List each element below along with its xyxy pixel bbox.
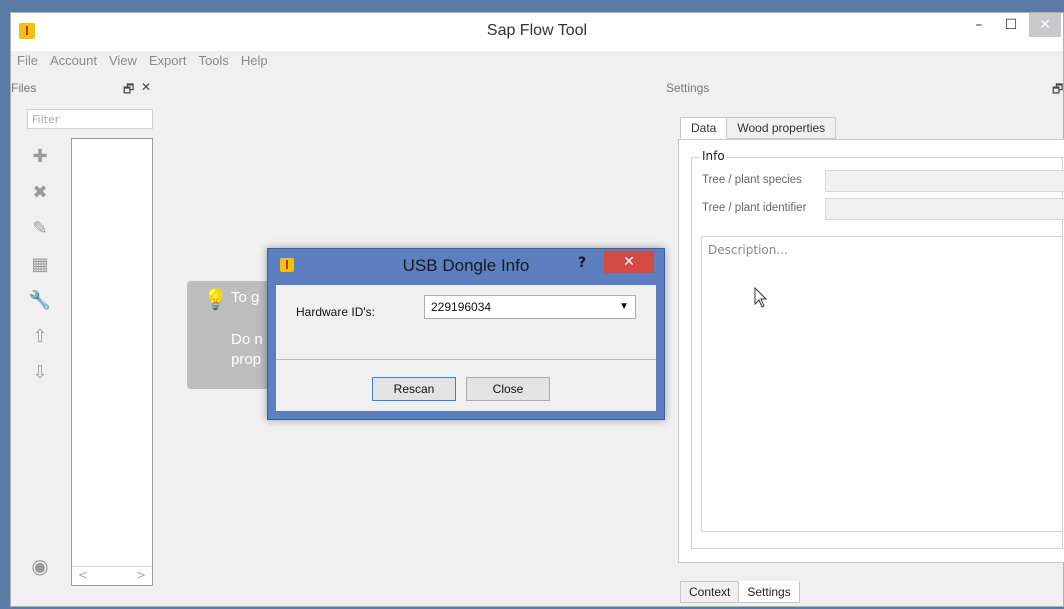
scroll-left-icon[interactable]: <: [78, 568, 88, 582]
file-list[interactable]: < >: [71, 138, 153, 586]
dialog-close-icon[interactable]: ✕: [604, 251, 654, 273]
identifier-input[interactable]: [825, 198, 1064, 220]
add-icon[interactable]: ✚: [27, 143, 53, 169]
scroll-right-icon[interactable]: >: [136, 568, 146, 582]
description-placeholder: Description...: [708, 243, 788, 257]
settings-float-icon[interactable]: 🗗: [1052, 80, 1063, 101]
panel-bottom-tabs: Context Settings: [680, 581, 800, 603]
data-tab-pane: Info Tree / plant species Tree / plant i…: [678, 139, 1064, 563]
files-panel: Files 🗗 ✕ Filter ✚ ✖ ✎ ▦ 🔧 ⇧ ⇩ ◉ < >: [11, 79, 161, 604]
close-window-button[interactable]: ✕: [1029, 13, 1061, 37]
files-panel-title: Files: [11, 81, 37, 95]
mouse-cursor-icon: [754, 287, 768, 308]
species-label: Tree / plant species: [702, 174, 802, 186]
wrench-icon[interactable]: 🔧: [27, 287, 53, 313]
tab-context[interactable]: Context: [680, 581, 740, 603]
menu-file[interactable]: File: [11, 51, 44, 70]
float-icon[interactable]: 🗗: [123, 80, 134, 101]
files-panel-close-icon[interactable]: ✕: [141, 80, 151, 94]
rescan-button[interactable]: Rescan: [372, 377, 456, 401]
arrow-up-icon[interactable]: ⇧: [27, 323, 53, 349]
tab-data[interactable]: Data: [680, 117, 728, 139]
hardware-id-label: Hardware ID's:: [296, 305, 375, 319]
menu-bar: File Account View Export Tools Help: [11, 51, 274, 73]
arrow-down-icon[interactable]: ⇩: [27, 359, 53, 385]
hint-line-2: Do n: [231, 331, 263, 348]
lightbulb-icon: 💡: [203, 289, 228, 311]
filter-input[interactable]: Filter: [27, 109, 153, 129]
identifier-label: Tree / plant identifier: [702, 202, 807, 214]
help-button[interactable]: ?: [578, 255, 586, 271]
keypad-icon[interactable]: ▦: [27, 251, 53, 277]
close-button[interactable]: Close: [466, 377, 550, 401]
hardware-id-value: 229196034: [431, 300, 492, 314]
species-input[interactable]: [825, 170, 1064, 192]
info-group-title: Info: [700, 149, 727, 163]
chevron-down-icon: ▼: [619, 301, 629, 312]
settings-panel: Settings 🗗 Data Wood properties Info Tree…: [666, 79, 1064, 609]
settings-panel-title: Settings: [666, 81, 710, 95]
remove-icon[interactable]: ✖: [27, 179, 53, 205]
tab-wood-properties[interactable]: Wood properties: [726, 117, 837, 139]
menu-help[interactable]: Help: [235, 51, 274, 70]
hint-line-1: To g: [231, 289, 260, 306]
hardware-id-select[interactable]: 229196034 ▼: [424, 295, 636, 319]
eye-icon[interactable]: ◉: [27, 553, 53, 579]
usb-dongle-dialog: USB Dongle Info ? ✕ Hardware ID's: 22919…: [267, 248, 665, 420]
menu-export[interactable]: Export: [143, 51, 193, 70]
hint-line-3: prop: [231, 351, 262, 368]
tab-settings[interactable]: Settings: [738, 581, 800, 603]
settings-tabs: Data Wood properties: [680, 117, 837, 139]
description-textarea[interactable]: Description...: [701, 236, 1063, 532]
menu-account[interactable]: Account: [44, 51, 103, 70]
maximize-button[interactable]: ☐: [997, 13, 1025, 37]
horizontal-scrollbar[interactable]: < >: [72, 566, 152, 585]
info-groupbox: Info Tree / plant species Tree / plant i…: [691, 149, 1064, 549]
minimize-button[interactable]: –: [965, 13, 993, 37]
dialog-body: Hardware ID's: 229196034 ▼ Rescan Close: [276, 285, 656, 411]
menu-tools[interactable]: Tools: [192, 51, 234, 70]
window-title: Sap Flow Tool: [486, 22, 588, 39]
dialog-divider: [276, 359, 656, 360]
pencil-icon[interactable]: ✎: [27, 215, 53, 241]
menu-view[interactable]: View: [103, 51, 143, 70]
title-bar: Sap Flow Tool – ☐ ✕: [11, 13, 1063, 51]
